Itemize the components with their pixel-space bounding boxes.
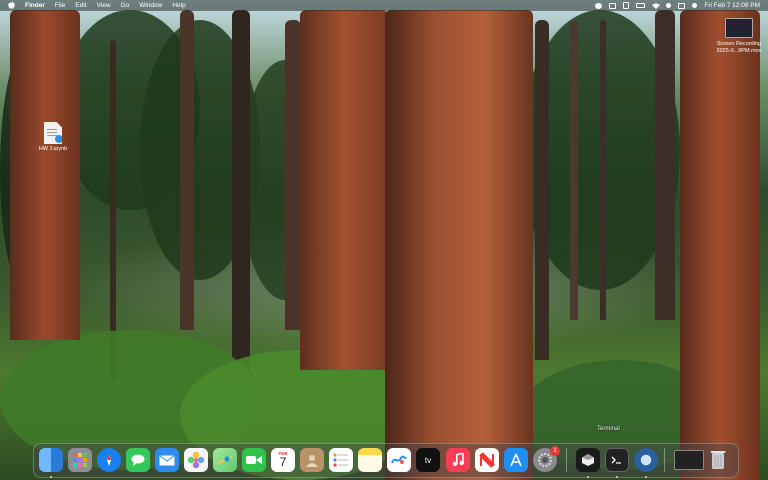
dock-separator — [566, 448, 567, 472]
dock-safari-icon[interactable] — [97, 448, 121, 472]
dock-launchpad-icon[interactable] — [68, 448, 92, 472]
dock-notes-icon[interactable] — [358, 448, 382, 472]
menu-go[interactable]: Go — [121, 2, 130, 9]
screen-mirroring-icon[interactable] — [609, 2, 617, 9]
notebook-file-icon — [44, 122, 62, 144]
dock-recording-thumb-icon[interactable] — [674, 450, 704, 470]
search-icon[interactable] — [666, 3, 672, 8]
dock-music-icon[interactable] — [446, 448, 470, 472]
dock-messages-icon[interactable] — [126, 448, 150, 472]
menu-app-name[interactable]: Finder — [25, 2, 45, 9]
menu-edit[interactable]: Edit — [75, 2, 86, 9]
dock-separator — [664, 448, 665, 472]
wifi-icon[interactable] — [652, 3, 661, 9]
control-center-icon[interactable] — [678, 2, 686, 9]
running-indicator-finder — [50, 476, 52, 478]
menu-help[interactable]: Help — [172, 2, 185, 9]
desktop-wallpaper — [0, 0, 768, 480]
dock-tooltip: Terminal — [597, 426, 620, 432]
clipboard-icon[interactable] — [623, 2, 630, 9]
apple-menu-icon[interactable] — [8, 0, 15, 11]
dock-tv-icon[interactable]: tv — [416, 448, 440, 472]
menu-file[interactable]: File — [55, 2, 65, 9]
dock-facetime-icon[interactable] — [242, 448, 266, 472]
menu-view[interactable]: View — [97, 2, 111, 9]
desktop-file-notebook[interactable]: HW 3.ipynb — [33, 122, 73, 152]
record-status-icon[interactable] — [595, 2, 603, 9]
dock-contacts-icon[interactable] — [300, 448, 324, 472]
menu-clock[interactable]: Fri Feb 7 12:08 PM — [704, 2, 760, 9]
running-indicator-cursor — [587, 476, 589, 478]
siri-icon[interactable] — [692, 3, 698, 8]
dock-photos-icon[interactable] — [184, 448, 208, 472]
menu-bar: Finder File Edit View Go Window Help Fri… — [0, 0, 768, 11]
dock-finder-icon[interactable] — [39, 448, 63, 472]
dock-cursor-icon[interactable] — [576, 448, 600, 472]
dock-freeform-icon[interactable] — [387, 448, 411, 472]
dock-mail-icon[interactable] — [155, 448, 179, 472]
dock-news-icon[interactable] — [475, 448, 499, 472]
video-file-icon — [725, 18, 753, 38]
desktop-file-recording[interactable]: Screen Recording 2025-0...9PM.mov — [712, 18, 766, 54]
dock-terminal-icon[interactable] — [605, 448, 629, 472]
running-indicator-terminal — [616, 476, 618, 478]
dock-reminders-icon[interactable] — [329, 448, 353, 472]
file-label: Screen Recording 2025-0...9PM.mov — [716, 41, 762, 54]
running-indicator-quicktime — [645, 476, 647, 478]
dock-trash-icon[interactable] — [706, 448, 730, 472]
file-label: HW 3.ipynb — [38, 146, 68, 152]
dock-quicktime-icon[interactable] — [634, 448, 658, 472]
menu-window[interactable]: Window — [139, 2, 162, 9]
dock-app-store-icon[interactable] — [504, 448, 528, 472]
dock-maps-icon[interactable] — [213, 448, 237, 472]
tv-label: tv — [424, 455, 432, 465]
settings-badge: 1 — [550, 446, 560, 456]
battery-icon[interactable] — [636, 3, 646, 8]
dock-calendar-icon[interactable]: FEB 7 — [271, 448, 295, 472]
calendar-day: 7 — [279, 455, 287, 470]
